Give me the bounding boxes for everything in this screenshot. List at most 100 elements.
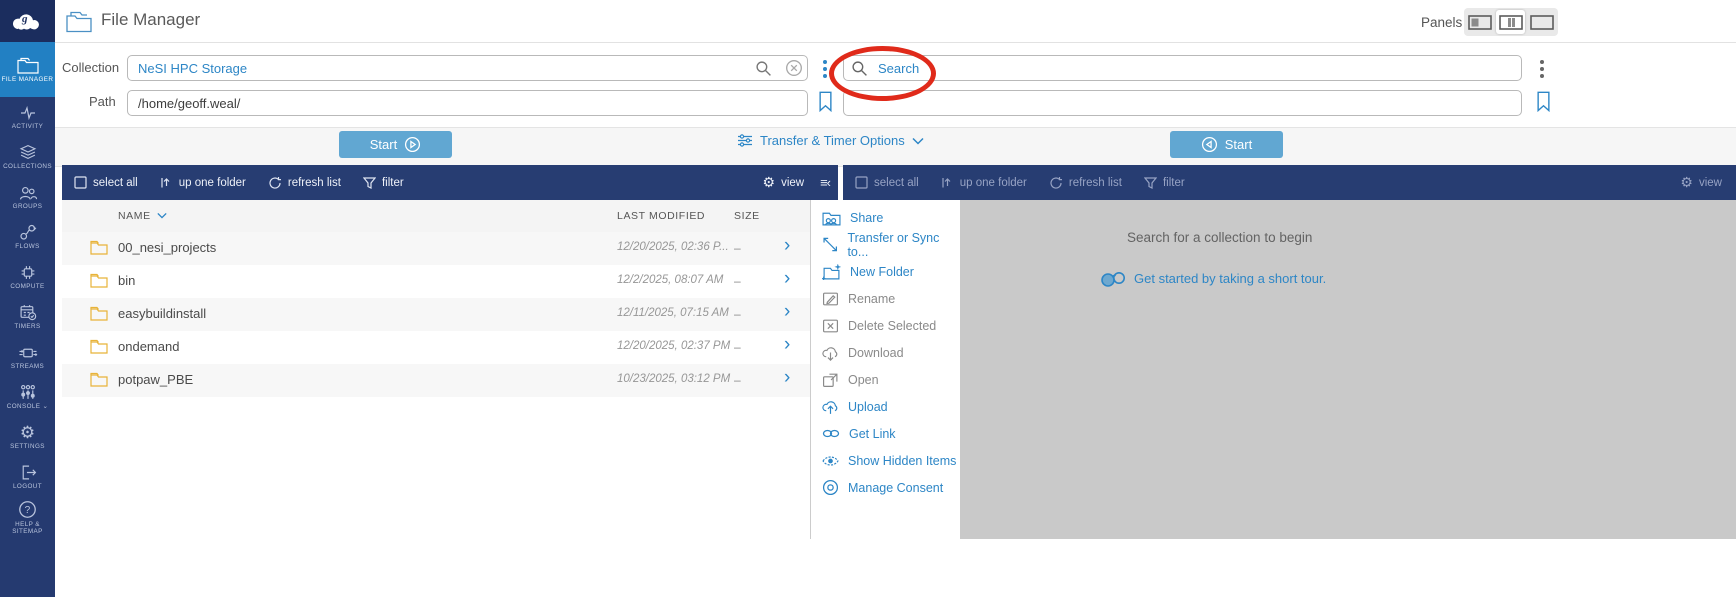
tour-binoculars-icon [1101, 272, 1125, 287]
sidebar-item-logout[interactable]: LOGOUT [0, 457, 55, 497]
menu-item-open[interactable]: Open [811, 366, 960, 393]
menu-item-label: Share [850, 210, 884, 225]
chevron-right-icon[interactable]: › [784, 334, 790, 356]
sidebar-item-console[interactable]: CONSOLE ⌄ [0, 377, 55, 417]
menu-item-label: New Folder [850, 264, 914, 279]
menu-item-show-hidden-items[interactable]: Show Hidden Items [811, 447, 960, 474]
play-circle-left-icon [1201, 136, 1217, 153]
filter-button[interactable]: filter [362, 176, 404, 189]
path-label: Path [89, 94, 116, 109]
sliders-icon [738, 134, 752, 147]
sidebar-item-activity[interactable]: ACTIVITY [0, 97, 55, 137]
select-all-control[interactable]: select all [74, 176, 138, 189]
start-transfer-left-button[interactable]: Start [339, 131, 452, 158]
table-row[interactable]: ondemand 12/20/2025, 02:37 PM – › [62, 331, 810, 364]
sidebar-item-collections[interactable]: COLLECTIONS [0, 137, 55, 177]
tour-link-label: Get started by taking a short tour. [1134, 270, 1327, 286]
chevron-down-icon: ⌄ [42, 403, 49, 410]
menu-item-share[interactable]: Share [811, 204, 960, 231]
last-modified: 10/23/2025, 03:12 PM [617, 373, 731, 385]
collections-icon [18, 144, 38, 161]
file-toolbar-right: select all up one folder refresh list fi… [843, 165, 1736, 200]
menu-item-rename[interactable]: Rename [811, 285, 960, 312]
select-all-control[interactable]: select all [855, 176, 919, 189]
dual-panel-button[interactable] [1496, 10, 1526, 34]
single-panel-button[interactable] [1465, 10, 1494, 34]
menu-item-new-folder[interactable]: New Folder [811, 258, 960, 285]
sidebar-item-streams[interactable]: STREAMS [0, 337, 55, 377]
empty-state-message: Search for a collection to begin [1127, 230, 1313, 245]
file-size: – [734, 307, 741, 321]
column-name[interactable]: NAME [118, 210, 167, 222]
up-one-folder-button[interactable]: up one folder [941, 176, 1027, 189]
table-row[interactable]: bin 12/2/2025, 08:07 AM – › [62, 265, 810, 298]
filter-label: filter [1162, 176, 1185, 189]
sidebar-item-help-sitemap[interactable]: ? HELP & SITEMAP [0, 497, 55, 537]
file-toolbar-left: select all up one folder refresh list fi… [62, 165, 838, 200]
view-button[interactable]: ⚙ view [1680, 174, 1722, 191]
table-row[interactable]: easybuildinstall 12/11/2025, 07:15 AM – … [62, 298, 810, 331]
search-options-kebab[interactable] [1540, 60, 1544, 78]
collection-options-kebab[interactable] [823, 60, 827, 78]
menu-item-label: Upload [848, 399, 888, 414]
start-transfer-right-button[interactable]: Start [1170, 131, 1283, 158]
manage-consent-icon [822, 479, 839, 496]
search-icon[interactable] [851, 60, 868, 77]
column-last-modified[interactable]: LAST MODIFIED [617, 210, 705, 222]
sidebar-item-groups[interactable]: GROUPS [0, 177, 55, 217]
tour-link[interactable]: Get started by taking a short tour. [1100, 268, 1326, 288]
collection-search-input[interactable] [843, 55, 1522, 81]
menu-item-label: Show Hidden Items [848, 453, 957, 468]
chevron-right-icon[interactable]: › [784, 268, 790, 290]
chevron-right-icon[interactable]: › [784, 301, 790, 323]
refresh-list-button[interactable]: refresh list [1049, 176, 1122, 190]
menu-item-upload[interactable]: Upload [811, 393, 960, 420]
sidebar-item-label: GROUPS [12, 202, 43, 210]
table-row[interactable]: potpaw_PBE 10/23/2025, 03:12 PM – › [62, 364, 810, 397]
view-button[interactable]: ⚙ view [763, 174, 805, 191]
up-one-folder-button[interactable]: up one folder [160, 176, 246, 189]
last-modified: 12/20/2025, 02:37 PM [617, 340, 731, 352]
collection-input[interactable] [127, 55, 808, 81]
share-icon [822, 212, 841, 225]
menu-item-manage-consent[interactable]: Manage Consent [811, 474, 960, 501]
clear-collection-icon[interactable] [785, 59, 803, 77]
sidebar-item-compute[interactable]: COMPUTE [0, 257, 55, 297]
folder-icon [90, 306, 108, 321]
file-name: bin [118, 273, 136, 288]
bookmark-icon[interactable] [1536, 91, 1551, 113]
menu-item-delete-selected[interactable]: Delete Selected [811, 312, 960, 339]
transfer-timer-options[interactable]: Transfer & Timer Options [737, 133, 924, 148]
filter-button[interactable]: filter [1143, 176, 1185, 189]
sidebar-item-flows[interactable]: FLOWS [0, 217, 55, 257]
path-input-right[interactable] [843, 90, 1522, 116]
chevron-right-icon[interactable]: › [784, 235, 790, 257]
menu-item-transfer-or-sync[interactable]: Transfer or Sync to... [811, 231, 960, 259]
sidebar-item-settings[interactable]: ⚙ SETTINGS [0, 417, 55, 457]
refresh-list-button[interactable]: refresh list [268, 176, 341, 190]
menu-item-get-link[interactable]: Get Link [811, 420, 960, 447]
chevron-right-icon[interactable]: › [784, 367, 790, 389]
path-input[interactable] [127, 90, 808, 116]
table-row[interactable]: 00_nesi_projects 12/20/2025, 02:36 P... … [62, 232, 810, 265]
last-modified: 12/11/2025, 07:15 AM [617, 307, 729, 319]
svg-text:?: ? [25, 505, 31, 516]
column-size[interactable]: SIZE [734, 210, 760, 222]
checkbox-icon[interactable] [855, 176, 868, 189]
filter-label: filter [381, 176, 404, 189]
search-icon[interactable] [755, 60, 772, 77]
third-panel-button[interactable] [1528, 10, 1557, 34]
checkbox-icon[interactable] [74, 176, 87, 189]
file-name: 00_nesi_projects [118, 240, 217, 255]
bookmark-icon[interactable] [818, 91, 833, 113]
collapse-panel-icon[interactable]: ≡‹ [820, 175, 831, 190]
sidebar-item-label: FILE MANAGER [1, 75, 54, 83]
sidebar-item-timers[interactable]: TIMERS [0, 297, 55, 337]
sidebar-item-label: SETTINGS [10, 443, 45, 450]
select-all-label: select all [93, 176, 138, 189]
action-menu: Share Transfer or Sync to... New Folder … [810, 200, 960, 539]
menu-item-download[interactable]: Download [811, 339, 960, 366]
file-size: – [734, 274, 741, 288]
globus-logo[interactable]: g [0, 0, 55, 42]
sidebar-item-file-manager[interactable]: FILE MANAGER [0, 42, 55, 97]
